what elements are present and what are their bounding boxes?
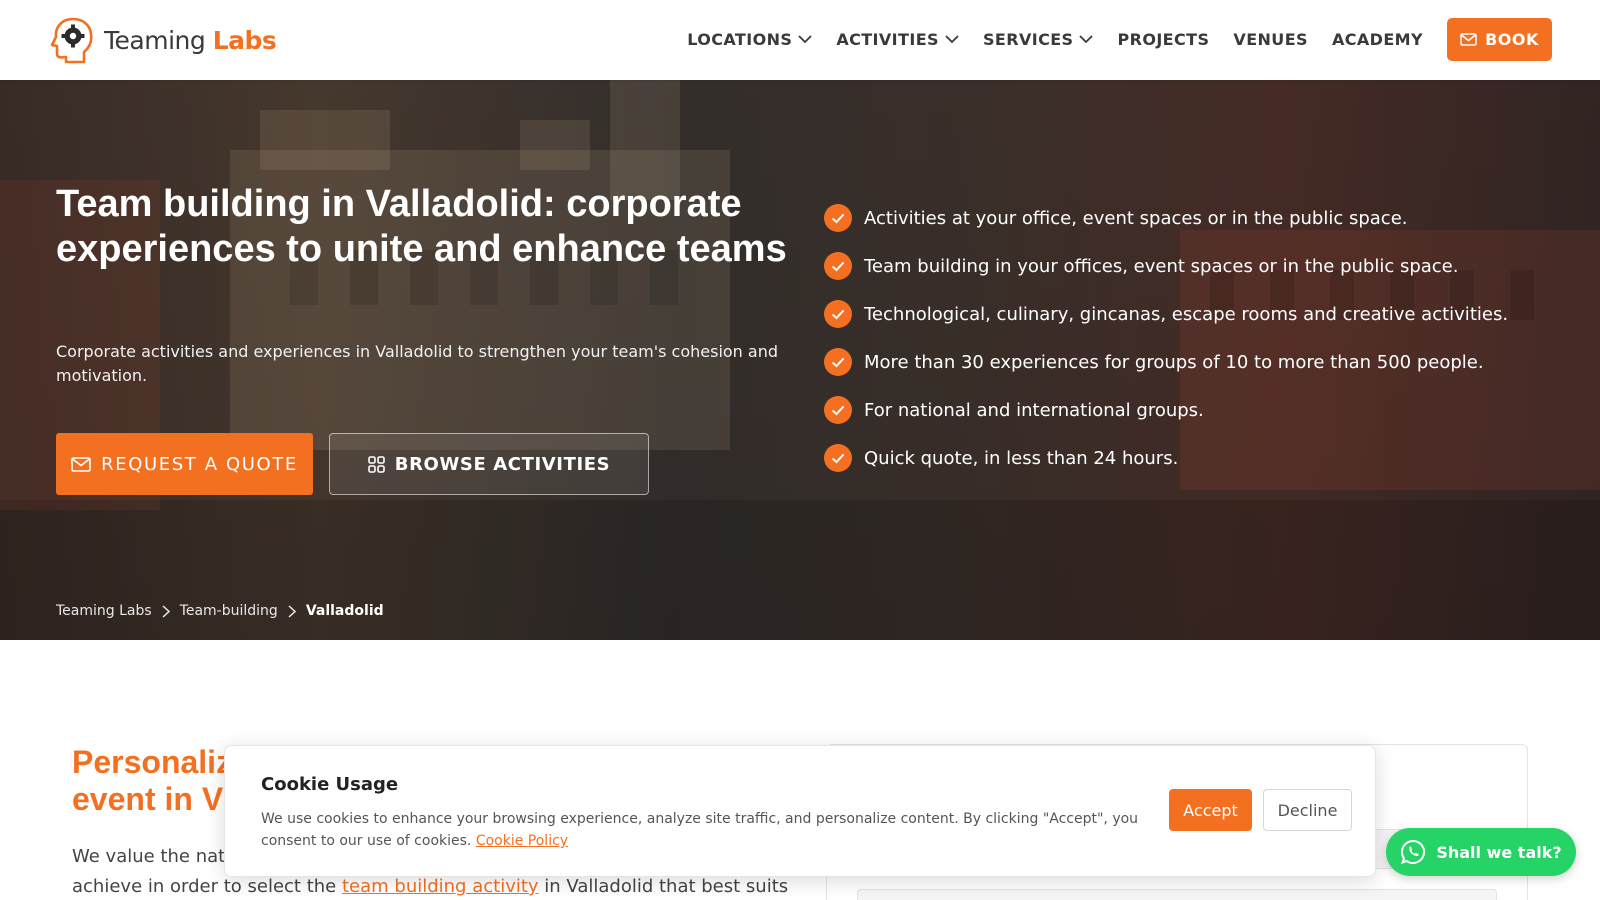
breadcrumb: Teaming Labs Team-building Valladolid: [56, 603, 384, 619]
logo[interactable]: Teaming Labs: [50, 16, 277, 64]
section-body-line1: We value the natu: [72, 846, 237, 867]
feature-item: Quick quote, in less than 24 hours.: [824, 434, 1508, 482]
brand-name-part1: Teaming: [104, 25, 206, 55]
nav-projects-label: PROJECTS: [1117, 30, 1210, 49]
feature-text: Team building in your offices, event spa…: [864, 255, 1459, 277]
section-body-line2-pre: achieve in order to select the: [72, 876, 342, 897]
site-header: Teaming Labs LOCATIONS ACTIVITIES SERVIC…: [0, 0, 1600, 80]
brand-name-part2: Labs: [212, 25, 277, 55]
check-icon: [824, 348, 852, 376]
feature-text: Activities at your office, event spaces …: [864, 207, 1408, 229]
chevron-right-icon: [162, 604, 170, 618]
section-body-line2-post: in Valladolid that best suits: [538, 876, 789, 897]
hero-title: Team building in Valladolid: corporate e…: [56, 183, 787, 270]
features-list: Activities at your office, event spaces …: [824, 194, 1508, 482]
book-button[interactable]: BOOK: [1447, 18, 1552, 61]
accept-cookies-button[interactable]: Accept: [1169, 789, 1252, 831]
nav-services[interactable]: SERVICES: [983, 30, 1094, 49]
nav-locations[interactable]: LOCATIONS: [687, 30, 812, 49]
chat-label: Shall we talk?: [1436, 842, 1562, 862]
cookie-policy-link[interactable]: Cookie Policy: [476, 833, 568, 849]
request-quote-button[interactable]: REQUEST A QUOTE: [56, 433, 313, 495]
feature-text: Quick quote, in less than 24 hours.: [864, 447, 1179, 469]
cookie-banner: Cookie Usage We use cookies to enhance y…: [224, 745, 1376, 877]
feature-item: Team building in your offices, event spa…: [824, 242, 1508, 290]
browse-activities-label: BROWSE ACTIVITIES: [394, 453, 611, 475]
chevron-down-icon: [798, 35, 812, 44]
head-gear-icon: [50, 17, 93, 64]
cookie-message: We use cookies to enhance your browsing …: [261, 811, 1139, 849]
feature-text: Technological, culinary, gincanas, escap…: [864, 303, 1509, 325]
main-nav: LOCATIONS ACTIVITIES SERVICES PROJECTS V…: [663, 18, 1552, 61]
nav-venues-label: VENUES: [1233, 30, 1308, 49]
feature-item: For national and international groups.: [824, 386, 1508, 434]
check-icon: [824, 444, 852, 472]
cookie-title: Cookie Usage: [261, 774, 399, 795]
nav-academy[interactable]: ACADEMY: [1332, 30, 1423, 49]
decline-cookies-button[interactable]: Decline: [1263, 789, 1352, 831]
breadcrumb-home[interactable]: Teaming Labs: [56, 603, 152, 619]
section-title-line1: Personaliz: [72, 744, 233, 780]
mail-icon: [71, 456, 91, 472]
feature-item: Activities at your office, event spaces …: [824, 194, 1508, 242]
grid-icon: [367, 455, 385, 473]
nav-activities-label: ACTIVITIES: [836, 30, 939, 49]
section-title-line2: event in V: [72, 781, 224, 817]
check-icon: [824, 252, 852, 280]
section-title: Personaliz event in V: [72, 744, 232, 818]
team-building-activity-link[interactable]: team building activity: [342, 876, 539, 897]
feature-item: Technological, culinary, gincanas, escap…: [824, 290, 1508, 338]
browse-activities-button[interactable]: BROWSE ACTIVITIES: [329, 433, 649, 495]
hero-subtitle: Corporate activities and experiences in …: [56, 342, 778, 385]
request-quote-label: REQUEST A QUOTE: [101, 453, 298, 475]
cookie-text: We use cookies to enhance your browsing …: [261, 808, 1141, 852]
check-icon: [824, 204, 852, 232]
logo-text: Teaming Labs: [104, 25, 277, 55]
check-icon: [824, 300, 852, 328]
nav-activities[interactable]: ACTIVITIES: [836, 30, 959, 49]
breadcrumb-team-building[interactable]: Team-building: [180, 603, 278, 619]
nav-projects[interactable]: PROJECTS: [1117, 30, 1209, 49]
nav-academy-label: ACADEMY: [1331, 30, 1423, 49]
nav-services-label: SERVICES: [982, 30, 1074, 49]
whatsapp-icon: [1401, 839, 1426, 865]
mail-icon: [1460, 33, 1477, 46]
check-icon: [824, 396, 852, 424]
chevron-down-icon: [945, 35, 959, 44]
nav-venues[interactable]: VENUES: [1233, 30, 1308, 49]
feature-text: For national and international groups.: [864, 399, 1204, 421]
feature-text: More than 30 experiences for groups of 1…: [864, 351, 1484, 373]
chevron-down-icon: [1079, 35, 1094, 44]
form-input[interactable]: [857, 889, 1497, 900]
whatsapp-chat-button[interactable]: Shall we talk?: [1386, 828, 1576, 876]
feature-item: More than 30 experiences for groups of 1…: [824, 338, 1508, 386]
chevron-right-icon: [288, 604, 296, 618]
book-button-label: BOOK: [1485, 30, 1539, 49]
breadcrumb-current: Valladolid: [305, 603, 384, 619]
nav-locations-label: LOCATIONS: [687, 30, 793, 49]
hero-section: Team building in Valladolid: corporate e…: [0, 80, 1600, 640]
